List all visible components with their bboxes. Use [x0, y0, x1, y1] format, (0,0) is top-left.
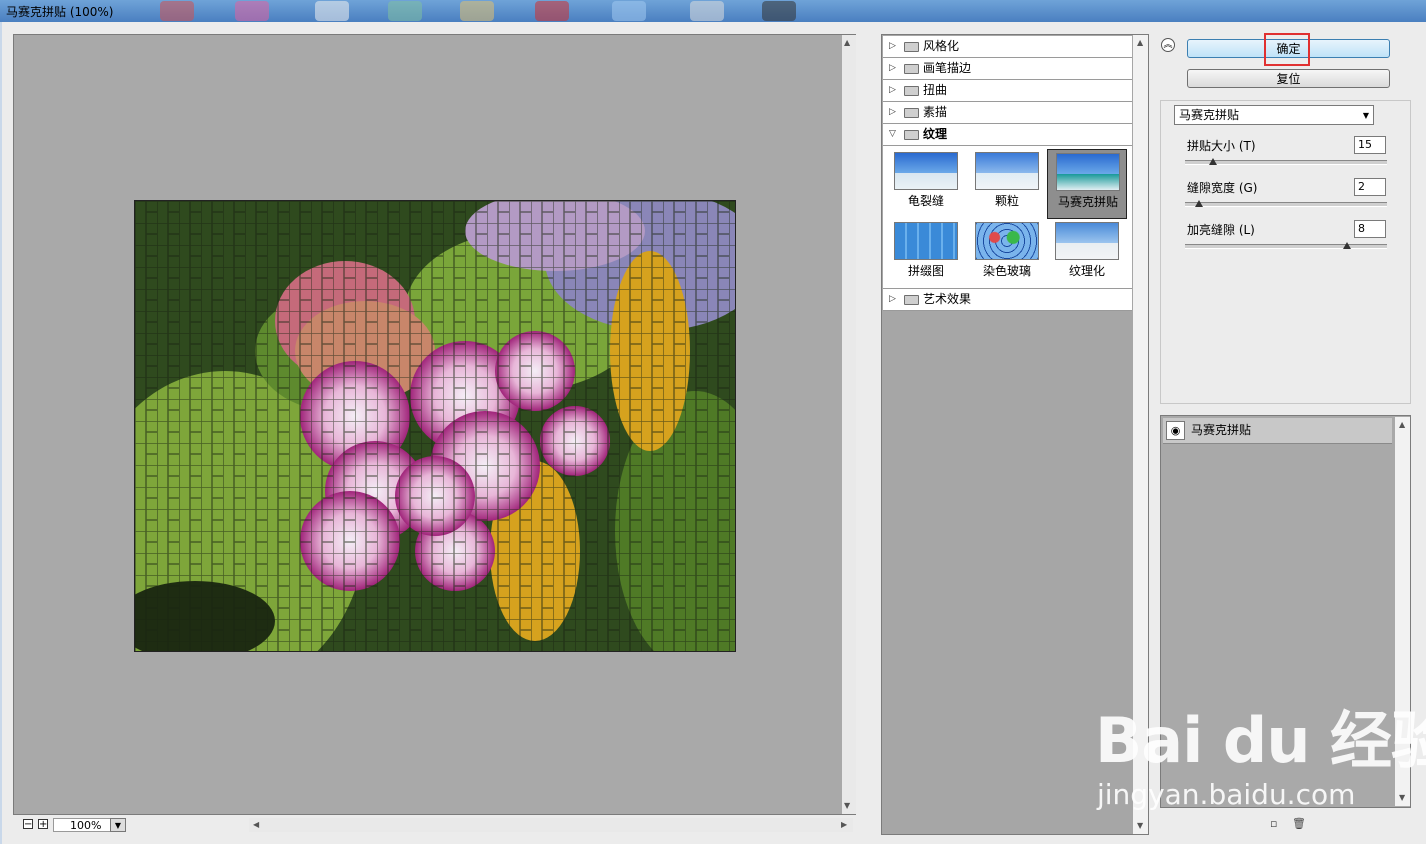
- zoom-out-button[interactable]: −: [23, 819, 33, 830]
- filter-thumb-label: 颗粒: [994, 194, 1019, 208]
- collapse-triangle-icon[interactable]: ▽: [889, 124, 896, 145]
- folder-icon: [904, 108, 919, 118]
- lighten-grout-slider[interactable]: [1185, 244, 1387, 249]
- scroll-down-icon[interactable]: ▼: [1137, 821, 1143, 830]
- category-stylize[interactable]: ▷ 风格化: [883, 36, 1132, 58]
- tile-size-slider-handle[interactable]: [1209, 158, 1218, 165]
- filter-thumb-image: [975, 222, 1039, 260]
- folder-icon: [904, 64, 919, 74]
- expand-triangle-icon[interactable]: ▷: [889, 102, 896, 123]
- title-bar: 马赛克拼贴 (100%): [0, 0, 1426, 22]
- taskbar-app-icon: [460, 1, 494, 21]
- scroll-up-icon[interactable]: ▲: [844, 38, 850, 47]
- category-label: 画笔描边: [923, 61, 972, 75]
- filter-thumb-grain[interactable]: 颗粒: [967, 149, 1047, 219]
- grout-width-label: 缝隙宽度 (G): [1187, 181, 1258, 195]
- ok-button-highlight: [1264, 33, 1310, 66]
- zoom-dropdown-icon[interactable]: ▼: [110, 818, 126, 832]
- category-texture[interactable]: ▽ 纹理: [883, 124, 1132, 146]
- filter-thumb-texturizer[interactable]: 纹理化: [1047, 219, 1127, 289]
- effect-layer-label: 马赛克拼贴: [1191, 423, 1252, 437]
- grout-width-slider-handle[interactable]: [1195, 200, 1204, 207]
- texture-filter-thumbnails: 龟裂缝 颗粒 马赛克拼贴 拼缀图 染色玻璃 纹理化: [883, 146, 1132, 289]
- effect-layer-row[interactable]: ◉ 马赛克拼贴: [1163, 418, 1392, 444]
- new-effect-layer-icon[interactable]: ▫: [1270, 818, 1281, 829]
- category-distort[interactable]: ▷ 扭曲: [883, 80, 1132, 102]
- category-label: 风格化: [923, 39, 960, 53]
- reset-button[interactable]: 复位: [1187, 69, 1390, 88]
- lighten-grout-slider-handle[interactable]: [1342, 242, 1351, 249]
- taskbar-app-icon: [690, 1, 724, 21]
- eye-icon[interactable]: ◉: [1166, 421, 1185, 440]
- filter-thumb-stained-glass[interactable]: 染色玻璃: [967, 219, 1047, 289]
- expand-triangle-icon[interactable]: ▷: [889, 58, 896, 79]
- taskbar-app-icon: [388, 1, 422, 21]
- category-label: 纹理: [923, 127, 948, 141]
- grout-width-slider[interactable]: [1185, 202, 1387, 207]
- preview-vertical-scrollbar[interactable]: ▲ ▼: [842, 35, 856, 814]
- filter-thumb-image: [1056, 153, 1120, 191]
- expand-triangle-icon[interactable]: ▷: [889, 289, 896, 310]
- filter-select[interactable]: 马赛克拼贴 ▼: [1174, 105, 1374, 125]
- dropdown-arrow-icon[interactable]: ▼: [1363, 106, 1369, 125]
- lighten-grout-input[interactable]: 8: [1354, 220, 1386, 238]
- taskbar-app-icon: [160, 1, 194, 21]
- delete-effect-layer-icon[interactable]: 🗑: [1292, 818, 1306, 829]
- preview-status-bar: − + 100% ▼ ◀ ▶: [13, 816, 856, 834]
- collapse-gallery-icon[interactable]: ︽: [1161, 38, 1175, 52]
- scroll-left-icon[interactable]: ◀: [253, 820, 259, 829]
- category-artistic[interactable]: ▷ 艺术效果: [883, 289, 1132, 311]
- taskbar-app-icon: [535, 1, 569, 21]
- scroll-right-icon[interactable]: ▶: [841, 820, 847, 829]
- filter-select-value: 马赛克拼贴: [1179, 108, 1240, 122]
- scroll-down-icon[interactable]: ▼: [844, 801, 850, 810]
- folder-icon: [904, 42, 919, 52]
- tile-size-label: 拼贴大小 (T): [1187, 139, 1256, 153]
- filter-thumb-label: 染色玻璃: [982, 264, 1031, 278]
- preview-horizontal-scrollbar[interactable]: ◀ ▶: [249, 818, 853, 832]
- category-brush-strokes[interactable]: ▷ 画笔描边: [883, 58, 1132, 80]
- lighten-grout-label: 加亮缝隙 (L): [1187, 223, 1255, 237]
- watermark-brand: Bai du 经验: [1095, 704, 1426, 777]
- category-label: 素描: [923, 105, 948, 119]
- filter-thumb-image: [975, 152, 1039, 190]
- window-title: 马赛克拼贴 (100%): [6, 5, 114, 19]
- taskbar-app-icon: [235, 1, 269, 21]
- grout-width-input[interactable]: 2: [1354, 178, 1386, 196]
- zoom-in-button[interactable]: +: [38, 819, 48, 830]
- folder-icon: [904, 295, 919, 305]
- filter-thumb-label: 龟裂缝: [907, 194, 944, 208]
- category-label: 艺术效果: [923, 292, 972, 306]
- scroll-up-icon[interactable]: ▲: [1137, 38, 1143, 47]
- category-label: 扭曲: [923, 83, 948, 97]
- filter-thumb-image: [894, 152, 958, 190]
- scroll-up-icon[interactable]: ▲: [1399, 420, 1405, 429]
- watermark-url: jingyan.baidu.com: [1097, 778, 1356, 811]
- taskbar-app-icon: [612, 1, 646, 21]
- filter-thumb-mosaic-tiles[interactable]: 马赛克拼贴: [1047, 149, 1127, 219]
- filter-thumb-label: 拼缀图: [907, 264, 944, 278]
- filter-thumb-image: [894, 222, 958, 260]
- filter-thumb-patchwork[interactable]: 拼缀图: [886, 219, 966, 289]
- open-folder-icon: [904, 130, 919, 140]
- taskbar-app-icon: [762, 1, 796, 21]
- filter-thumb-image: [1055, 222, 1119, 260]
- expand-triangle-icon[interactable]: ▷: [889, 36, 896, 57]
- category-sketch[interactable]: ▷ 素描: [883, 102, 1132, 124]
- tile-size-input[interactable]: 15: [1354, 136, 1386, 154]
- scroll-down-icon[interactable]: ▼: [1399, 793, 1405, 802]
- filter-thumb-craquelure[interactable]: 龟裂缝: [886, 149, 966, 219]
- filter-thumb-label: 纹理化: [1068, 264, 1105, 278]
- preview-image: [134, 200, 736, 652]
- taskbar-app-icon: [315, 1, 349, 21]
- folder-icon: [904, 86, 919, 96]
- filter-thumb-label: 马赛克拼贴: [1057, 195, 1118, 209]
- expand-triangle-icon[interactable]: ▷: [889, 80, 896, 101]
